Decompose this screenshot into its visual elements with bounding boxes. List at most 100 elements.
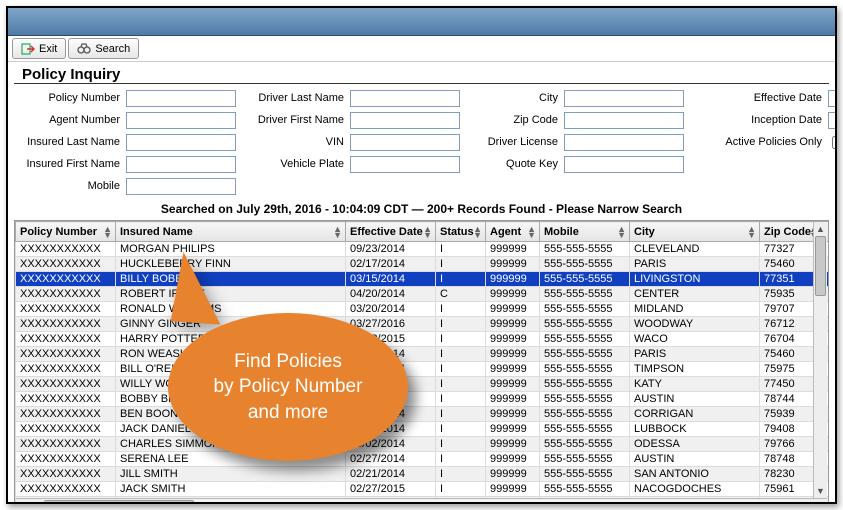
vehicle-plate-input[interactable] — [350, 156, 460, 173]
table-cell: 999999 — [486, 272, 540, 287]
label-vehicle-plate: Vehicle Plate — [238, 158, 348, 170]
table-cell: 999999 — [486, 347, 540, 362]
table-cell: 03/15/2014 — [346, 272, 436, 287]
table-row[interactable]: XXXXXXXXXXXBILLY BOBBY03/15/2014I9999995… — [16, 272, 830, 287]
table-row[interactable]: XXXXXXXXXXXJACK DANIELS04/04/2014I999999… — [16, 422, 830, 437]
policy-number-input[interactable] — [126, 90, 236, 107]
table-cell: XXXXXXXXXXX — [16, 317, 116, 332]
agent-number-input[interactable] — [126, 112, 236, 129]
zip-input[interactable] — [564, 112, 684, 129]
table-cell: I — [436, 377, 486, 392]
effective-date-input[interactable] — [828, 90, 837, 107]
table-row[interactable]: XXXXXXXXXXXBEN BOONE12/15/2014I999999555… — [16, 407, 830, 422]
table-cell: I — [436, 362, 486, 377]
search-status: Searched on July 29th, 2016 - 10:04:09 C… — [8, 200, 835, 220]
search-button[interactable]: Search — [68, 38, 139, 59]
scroll-up-icon[interactable]: ▲ — [814, 222, 827, 236]
column-header[interactable]: Status▲▼ — [436, 222, 486, 242]
table-row[interactable]: XXXXXXXXXXXROBERT IRVINE04/20/2014C99999… — [16, 287, 830, 302]
table-cell: 555-555-5555 — [540, 422, 630, 437]
column-header[interactable]: Policy Number▲▼ — [16, 222, 116, 242]
exit-button[interactable]: Exit — [12, 38, 66, 59]
table-row[interactable]: XXXXXXXXXXXCHARLES SIMMONS05/02/2014I999… — [16, 437, 830, 452]
horizontal-scroll-thumb[interactable] — [44, 500, 194, 505]
active-only-checkbox[interactable] — [832, 136, 837, 149]
table-cell: WOODWAY — [630, 317, 760, 332]
insured-first-input[interactable] — [126, 156, 236, 173]
label-insured-first: Insured First Name — [14, 158, 124, 170]
table-cell: 555-555-5555 — [540, 362, 630, 377]
vertical-scroll-thumb[interactable] — [815, 236, 826, 296]
table-cell: XXXXXXXXXXX — [16, 362, 116, 377]
vertical-scrollbar[interactable]: ▲ ▼ — [813, 222, 827, 498]
table-cell: XXXXXXXXXXX — [16, 482, 116, 497]
column-header[interactable]: Effective Date▲▼ — [346, 222, 436, 242]
table-cell: I — [436, 332, 486, 347]
table-row[interactable]: XXXXXXXXXXXHARRY POTTER02/28/2015I999999… — [16, 332, 830, 347]
sort-icon[interactable]: ▲▼ — [527, 226, 536, 238]
inception-date-input[interactable] — [828, 112, 837, 129]
table-cell: XXXXXXXXXXX — [16, 467, 116, 482]
scroll-left-icon[interactable]: ◀ — [16, 500, 30, 505]
city-input[interactable] — [564, 90, 684, 107]
table-cell: 555-555-5555 — [540, 332, 630, 347]
sort-icon[interactable]: ▲▼ — [423, 226, 432, 238]
table-cell: I — [436, 347, 486, 362]
column-header[interactable]: Insured Name▲▼ — [116, 222, 346, 242]
insured-last-input[interactable] — [126, 134, 236, 151]
table-cell: I — [436, 272, 486, 287]
table-row[interactable]: XXXXXXXXXXXGINNY GINGER03/27/2016I999999… — [16, 317, 830, 332]
table-cell: 999999 — [486, 257, 540, 272]
sort-icon[interactable]: ▲▼ — [473, 226, 482, 238]
table-cell: XXXXXXXXXXX — [16, 242, 116, 257]
table-cell: 02/21/2014 — [346, 467, 436, 482]
column-header[interactable]: Mobile▲▼ — [540, 222, 630, 242]
table-cell: JILL SMITH — [116, 467, 346, 482]
sort-icon[interactable]: ▲▼ — [747, 226, 756, 238]
label-driver-license: Driver License — [462, 136, 562, 148]
table-cell: NACOGDOCHES — [630, 482, 760, 497]
column-header[interactable]: City▲▼ — [630, 222, 760, 242]
scroll-down-icon[interactable]: ▼ — [814, 484, 827, 498]
label-city: City — [462, 92, 562, 104]
table-cell: 999999 — [486, 242, 540, 257]
table-cell: LUBBOCK — [630, 422, 760, 437]
callout-tail — [171, 251, 226, 324]
table-cell: 555-555-5555 — [540, 302, 630, 317]
table-row[interactable]: XXXXXXXXXXXRON WEASLEY03/10/2014I9999995… — [16, 347, 830, 362]
table-row[interactable]: XXXXXXXXXXXWILLY WONKA02/27/2014I9999995… — [16, 377, 830, 392]
table-row[interactable]: XXXXXXXXXXXHUCKLEBERRY FINN02/17/2014I99… — [16, 257, 830, 272]
table-row[interactable]: XXXXXXXXXXXSERENA LEE02/27/2014I99999955… — [16, 452, 830, 467]
table-row[interactable]: XXXXXXXXXXXJILL SMITH02/21/2014I99999955… — [16, 467, 830, 482]
scroll-right-icon[interactable]: ▶ — [813, 500, 827, 505]
table-cell: 999999 — [486, 452, 540, 467]
table-row[interactable]: XXXXXXXXXXXBILL O'REILLY03/07/2014I99999… — [16, 362, 830, 377]
driver-first-input[interactable] — [350, 112, 460, 129]
driver-license-input[interactable] — [564, 134, 684, 151]
table-cell: LIVINGSTON — [630, 272, 760, 287]
driver-last-input[interactable] — [350, 90, 460, 107]
label-policy-number: Policy Number — [14, 92, 124, 104]
table-row[interactable]: XXXXXXXXXXXMORGAN PHILIPS09/23/2014I9999… — [16, 242, 830, 257]
vin-input[interactable] — [350, 134, 460, 151]
table-cell: 555-555-5555 — [540, 242, 630, 257]
sort-icon[interactable]: ▲▼ — [617, 226, 626, 238]
results-grid[interactable]: Policy Number▲▼Insured Name▲▼Effective D… — [15, 221, 829, 504]
label-insured-last: Insured Last Name — [14, 136, 124, 148]
table-cell: JACK SMITH — [116, 482, 346, 497]
exit-icon — [21, 42, 35, 56]
binoculars-icon — [77, 42, 91, 56]
horizontal-scrollbar[interactable]: ◀ ▶ — [16, 498, 827, 504]
table-cell: 999999 — [486, 467, 540, 482]
sort-icon[interactable]: ▲▼ — [103, 226, 112, 238]
mobile-input[interactable] — [126, 178, 236, 195]
table-row[interactable]: XXXXXXXXXXXRONALD WILLIAMS03/20/2014I999… — [16, 302, 830, 317]
table-row[interactable]: XXXXXXXXXXXJACK SMITH02/27/2015I99999955… — [16, 482, 830, 497]
table-cell: XXXXXXXXXXX — [16, 377, 116, 392]
quote-key-input[interactable] — [564, 156, 684, 173]
sort-icon[interactable]: ▲▼ — [333, 226, 342, 238]
table-cell: XXXXXXXXXXX — [16, 287, 116, 302]
table-row[interactable]: XXXXXXXXXXXBOBBY BROWN11/21/2014I9999995… — [16, 392, 830, 407]
table-cell: XXXXXXXXXXX — [16, 272, 116, 287]
column-header[interactable]: Agent▲▼ — [486, 222, 540, 242]
